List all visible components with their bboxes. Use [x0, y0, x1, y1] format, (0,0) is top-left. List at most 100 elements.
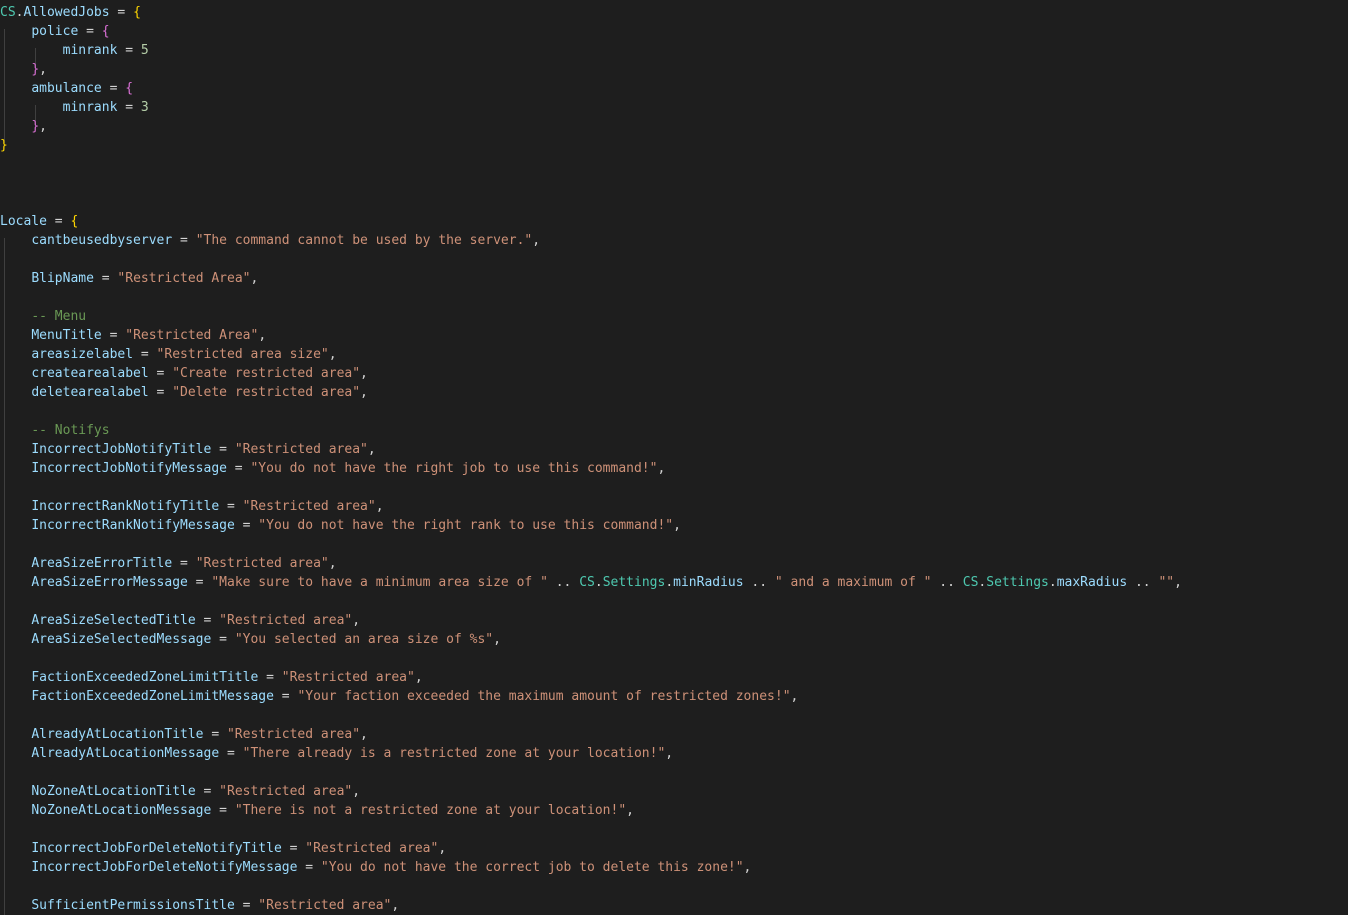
code-line[interactable]: minrank = 3	[0, 98, 149, 117]
code-token: ,	[352, 784, 361, 799]
code-token: {	[70, 214, 79, 229]
code-line[interactable]: IncorrectJobForDeleteNotifyMessage = "Yo…	[0, 858, 751, 877]
code-line[interactable]: Locale = {	[0, 212, 78, 231]
code-token: IncorrectRankNotifyMessage	[31, 518, 235, 533]
code-line[interactable]: police = {	[0, 22, 109, 41]
code-line[interactable]: }	[0, 136, 8, 155]
code-token: "Restricted area"	[195, 556, 329, 571]
code-token: "Restricted area"	[258, 898, 392, 913]
code-line[interactable]: MenuTitle = "Restricted Area",	[0, 326, 266, 345]
code-line[interactable]: areasizelabel = "Restricted area size",	[0, 345, 336, 364]
code-token: =	[148, 366, 173, 381]
code-line[interactable]: FactionExceededZoneLimitTitle = "Restric…	[0, 668, 422, 687]
code-token: =	[195, 784, 220, 799]
code-line[interactable]: AreaSizeSelectedTitle = "Restricted area…	[0, 611, 360, 630]
code-token: =	[211, 803, 235, 818]
code-token: {	[133, 5, 141, 20]
code-line[interactable]: -- Menu	[0, 307, 86, 326]
code-token: AreaSizeSelectedTitle	[31, 613, 196, 628]
code-token: =	[148, 385, 173, 400]
code-line[interactable]: cantbeusedbyserver = "The command cannot…	[0, 231, 540, 250]
code-line[interactable]: },	[0, 117, 47, 136]
code-token: CS	[579, 575, 595, 590]
code-token: ,	[360, 727, 368, 742]
code-token: "There is not a restricted zone at your …	[234, 803, 627, 818]
code-token: ,	[250, 271, 259, 286]
code-token: =	[211, 632, 235, 647]
code-token: .	[1048, 575, 1057, 590]
code-line[interactable]: IncorrectJobNotifyMessage = "You do not …	[0, 459, 665, 478]
code-token: =	[101, 328, 126, 343]
code-token: IncorrectJobForDeleteNotifyMessage	[31, 860, 298, 875]
code-line[interactable]: AlreadyAtLocationTitle = "Restricted are…	[0, 725, 368, 744]
code-token: =	[234, 518, 259, 533]
code-token: =	[211, 442, 235, 457]
code-token: "Restricted area"	[281, 670, 415, 685]
code-line[interactable]: AreaSizeErrorTitle = "Restricted area",	[0, 554, 336, 573]
code-line[interactable]: AlreadyAtLocationMessage = "There alread…	[0, 744, 673, 763]
code-token: deletearealabel	[31, 385, 149, 400]
code-token: -- Notifys	[31, 423, 110, 438]
code-token: =	[258, 670, 282, 685]
code-line[interactable]: CS.AllowedJobs = {	[0, 3, 141, 22]
code-line[interactable]: BlipName = "Restricted Area",	[0, 269, 258, 288]
code-token: ,	[657, 461, 666, 476]
code-token: ,	[790, 689, 799, 704]
code-token: =	[297, 860, 321, 875]
code-token: .	[665, 575, 674, 590]
code-line[interactable]: minrank = 5	[0, 41, 149, 60]
code-token: 3	[140, 100, 149, 115]
code-token: cantbeusedbyserver	[31, 233, 173, 248]
code-token: "Restricted area"	[226, 727, 361, 742]
code-token: "Your faction exceeded the maximum amoun…	[297, 689, 791, 704]
code-line[interactable]: deletearealabel = "Delete restricted are…	[0, 383, 368, 402]
code-token: "Restricted area"	[219, 613, 353, 628]
code-token: =	[219, 499, 243, 514]
code-token: CS	[962, 575, 979, 590]
code-editor[interactable]: CS.AllowedJobs = { police = { minrank = …	[0, 0, 1348, 915]
code-token: Settings	[986, 575, 1049, 590]
code-line[interactable]: NoZoneAtLocationMessage = "There is not …	[0, 801, 634, 820]
code-line[interactable]: },	[0, 60, 47, 79]
code-line[interactable]: IncorrectJobNotifyTitle = "Restricted ar…	[0, 440, 375, 459]
code-token: "The command cannot be used by the serve…	[195, 233, 533, 248]
code-line[interactable]: IncorrectJobForDeleteNotifyTitle = "Rest…	[0, 839, 446, 858]
code-token: "Restricted Area"	[125, 328, 259, 343]
code-line[interactable]: -- Notifys	[0, 421, 110, 440]
code-line[interactable]: AreaSizeSelectedMessage = "You selected …	[0, 630, 501, 649]
code-token: FactionExceededZoneLimitMessage	[31, 689, 274, 704]
code-token: =	[78, 24, 102, 39]
code-line[interactable]: ambulance = {	[0, 79, 133, 98]
code-line[interactable]: SufficientPermissionsTitle = "Restricted…	[0, 896, 399, 915]
code-token: ,	[438, 841, 447, 856]
code-line[interactable]: AreaSizeErrorMessage = "Make sure to hav…	[0, 573, 1182, 592]
code-line[interactable]: NoZoneAtLocationTitle = "Restricted area…	[0, 782, 360, 801]
code-line[interactable]: IncorrectRankNotifyMessage = "You do not…	[0, 516, 681, 535]
code-token: =	[203, 727, 227, 742]
code-token: }	[31, 62, 40, 77]
code-token: ..	[1127, 575, 1159, 590]
code-token: ,	[493, 632, 501, 647]
code-token: =	[117, 43, 141, 58]
code-token: =	[101, 81, 126, 96]
code-token: BlipName	[31, 271, 94, 286]
code-line[interactable]: IncorrectRankNotifyTitle = "Restricted a…	[0, 497, 383, 516]
code-token: "Create restricted area"	[172, 366, 361, 381]
code-token: IncorrectJobForDeleteNotifyTitle	[31, 841, 282, 856]
code-line[interactable]: FactionExceededZoneLimitMessage = "Your …	[0, 687, 798, 706]
code-line[interactable]: createarealabel = "Create restricted are…	[0, 364, 368, 383]
code-token: MenuTitle	[31, 328, 102, 343]
code-token: "Restricted Area"	[117, 271, 251, 286]
code-token: ""	[1158, 575, 1175, 590]
